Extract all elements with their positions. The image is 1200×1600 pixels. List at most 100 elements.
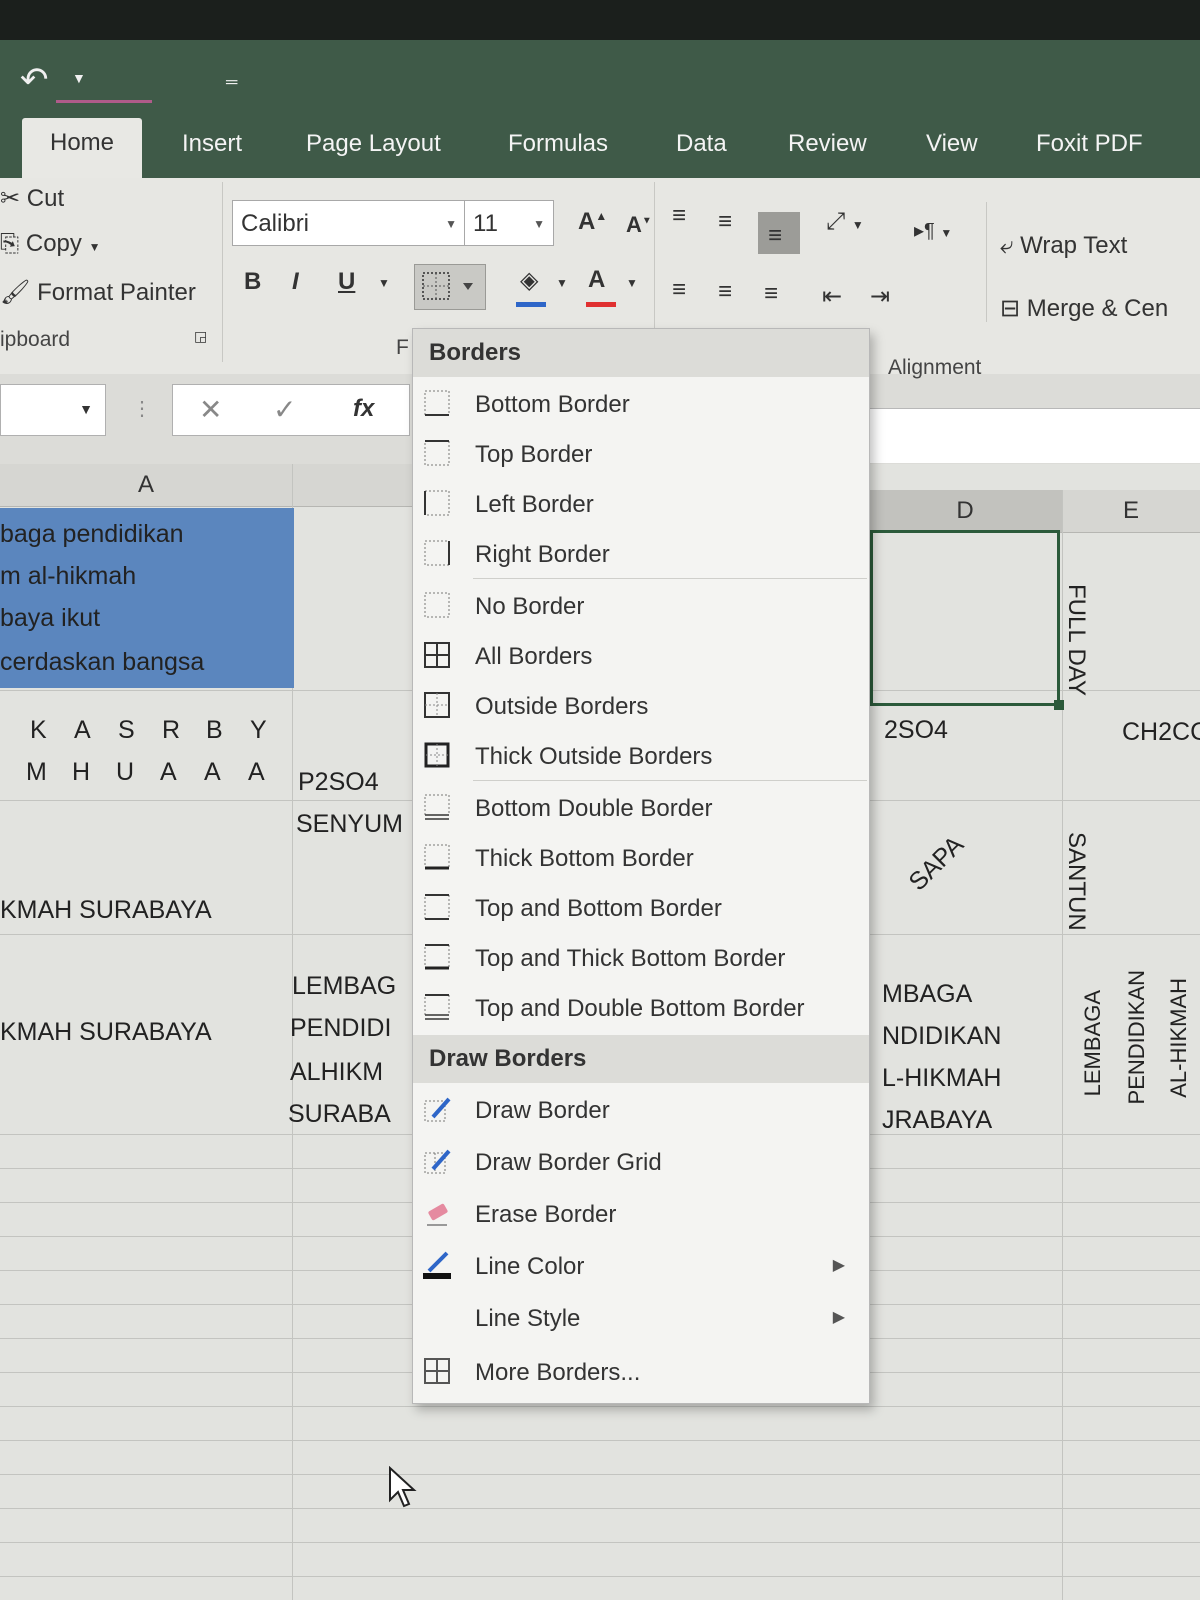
tab-review[interactable]: Review [788, 130, 867, 158]
merge-icon: ⊟ [1000, 295, 1021, 322]
menu-item-bottom-border[interactable]: Bottom Border [413, 379, 869, 429]
column-header-a[interactable]: A [0, 464, 292, 507]
font-color-icon[interactable]: A [588, 266, 605, 294]
align-right-icon[interactable]: ≡ [764, 280, 778, 308]
dialog-launcher-icon[interactable]: ◲ [194, 328, 207, 345]
fill-color-icon[interactable]: ◈ [520, 266, 538, 295]
cell-e1: FULL DAY [1063, 584, 1090, 697]
undo-dropdown-icon[interactable]: ▼ [72, 70, 86, 86]
bottom-border-icon [424, 390, 450, 416]
menu-item-top-and-double-bottom-border[interactable]: Top and Double Bottom Border [413, 983, 869, 1033]
menu-item-no-border[interactable]: No Border [413, 581, 869, 631]
font-color-dropdown-icon[interactable]: ▼ [626, 276, 638, 290]
fill-color-swatch [516, 302, 546, 307]
menu-item-more-borders[interactable]: More Borders... [413, 1347, 869, 1397]
menu-item-line-style[interactable]: Line Style ▶ [413, 1293, 869, 1343]
tab-view[interactable]: View [926, 130, 978, 158]
borders-section-header: Borders [413, 329, 869, 377]
merge-center-button[interactable]: ⊟ Merge & Cen [1000, 294, 1168, 323]
font-group-label: F [396, 336, 409, 359]
cancel-icon[interactable]: ✕ [199, 393, 222, 426]
align-top-icon[interactable]: ≡ [672, 202, 686, 230]
menu-item-top-and-bottom-border[interactable]: Top and Bottom Border [413, 883, 869, 933]
cut-button[interactable]: ✂ Cut [0, 184, 64, 213]
cell-d4-line: MBAGA [882, 980, 973, 1008]
orientation-icon[interactable]: ⤢ ▼ [826, 208, 864, 236]
screen-bezel [0, 0, 1200, 40]
top-and-bottom-border-icon [424, 894, 450, 920]
fill-color-dropdown-icon[interactable]: ▼ [556, 276, 568, 290]
align-bottom-button[interactable]: ≡ [758, 212, 800, 254]
tab-page-layout[interactable]: Page Layout [306, 130, 441, 158]
decrease-indent-icon[interactable]: ⇤ [822, 282, 842, 311]
copy-button[interactable]: ⎘ Copy ▼ [0, 230, 100, 258]
menu-item-top-and-thick-bottom-border[interactable]: Top and Thick Bottom Border [413, 933, 869, 983]
wrap-text-button[interactable]: ⤶ Wrap Text [1000, 232, 1127, 260]
increase-font-size-icon[interactable]: A▲ [578, 208, 607, 236]
font-size-combo[interactable]: 11 ▼ [464, 200, 554, 246]
align-middle-icon[interactable]: ≡ [718, 208, 732, 236]
cell-a2-letter: H [72, 758, 91, 786]
copy-dropdown-icon[interactable]: ▼ [89, 240, 101, 254]
underline-button[interactable]: U [338, 268, 355, 296]
font-name-combo[interactable]: Calibri ▼ [232, 200, 466, 246]
cell-a1-line: cerdaskan bangsa [0, 648, 205, 676]
bold-button[interactable]: B [244, 268, 261, 296]
cell-a2-letter: A [248, 758, 265, 786]
formula-input[interactable] [860, 408, 1200, 463]
customize-qat-icon[interactable]: ═ [226, 74, 237, 92]
menu-item-right-border[interactable]: Right Border [413, 529, 869, 579]
undo-icon[interactable]: ↶ [20, 60, 49, 100]
cell-a3: KMAH SURABAYA [0, 896, 212, 924]
menu-item-thick-outside-borders[interactable]: Thick Outside Borders [413, 731, 869, 781]
align-center-icon[interactable]: ≡ [718, 278, 732, 306]
cell-e4-line: AL-HIKMAH [1166, 978, 1191, 1098]
tab-data[interactable]: Data [676, 130, 727, 158]
menu-item-thick-bottom-border[interactable]: Thick Bottom Border [413, 833, 869, 883]
insert-function-icon[interactable]: fx [353, 395, 374, 423]
mouse-pointer-icon [389, 1466, 417, 1508]
paintbrush-icon: 🖌 [0, 279, 31, 306]
format-painter-button[interactable]: 🖌 Format Painter [0, 278, 196, 307]
decrease-font-size-icon[interactable]: A▼ [626, 212, 652, 238]
chevron-down-icon: ▼ [445, 217, 457, 231]
text-direction-icon[interactable]: ▸¶ ▼ [914, 218, 952, 243]
tab-insert[interactable]: Insert [182, 130, 242, 158]
name-box[interactable]: ▼ [0, 384, 106, 436]
menu-item-outside-borders[interactable]: Outside Borders [413, 681, 869, 731]
clipboard-group-label: ipboard [0, 328, 71, 351]
thick-outside-borders-icon [424, 742, 450, 768]
cell-e3: SANTUN [1063, 832, 1090, 931]
column-header-b[interactable] [292, 464, 412, 507]
menu-item-draw-border-grid[interactable]: Draw Border Grid [413, 1137, 869, 1187]
menu-item-left-border[interactable]: Left Border [413, 479, 869, 529]
column-header-e[interactable]: E [1062, 490, 1200, 533]
cell-b4-line: LEMBAG [292, 972, 397, 1000]
cell-a2-letter: B [206, 716, 223, 744]
chevron-down-icon: ▼ [79, 401, 93, 417]
borders-button[interactable] [414, 264, 486, 310]
align-left-icon[interactable]: ≡ [672, 276, 686, 304]
underline-dropdown-icon[interactable]: ▼ [378, 276, 390, 290]
column-header-d[interactable]: D [868, 490, 1062, 533]
menu-item-all-borders[interactable]: All Borders [413, 631, 869, 681]
outside-borders-icon [424, 692, 450, 718]
increase-indent-icon[interactable]: ⇥ [870, 282, 890, 311]
menu-item-erase-border[interactable]: Erase Border [413, 1189, 869, 1239]
no-border-icon [424, 592, 450, 618]
fill-handle[interactable] [1054, 700, 1064, 710]
tab-formulas[interactable]: Formulas [508, 130, 608, 158]
row-line [0, 1474, 1200, 1475]
menu-item-top-border[interactable]: Top Border [413, 429, 869, 479]
menu-item-draw-border[interactable]: Draw Border [413, 1085, 869, 1135]
tab-home[interactable]: Home [22, 118, 143, 178]
menu-item-bottom-double-border[interactable]: Bottom Double Border [413, 783, 869, 833]
qat-underline [56, 100, 152, 103]
draw-border-icon [424, 1097, 451, 1122]
row-line [0, 1440, 1200, 1441]
menu-item-line-color[interactable]: Line Color ▶ [413, 1241, 869, 1291]
scissors-icon: ✂ [0, 185, 21, 212]
enter-icon[interactable]: ✓ [273, 393, 296, 426]
italic-button[interactable]: I [292, 268, 299, 296]
tab-foxit-pdf[interactable]: Foxit PDF [1036, 130, 1143, 158]
